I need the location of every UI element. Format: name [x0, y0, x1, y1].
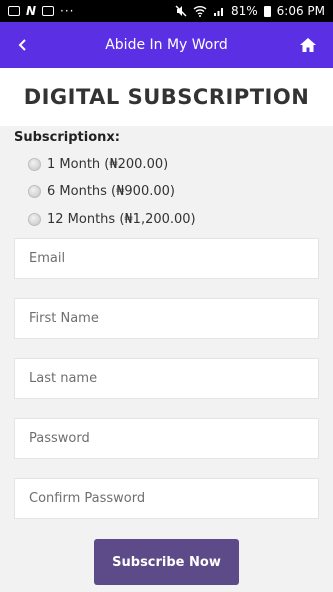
image-icon: [8, 6, 20, 16]
first-name-field[interactable]: [29, 311, 318, 326]
subscription-label: Subscriptionx:: [14, 130, 120, 145]
more-icon: ···: [60, 4, 75, 18]
home-icon: [300, 38, 316, 52]
page-title: DIGITAL SUBSCRIPTION: [23, 85, 310, 109]
home-button[interactable]: [295, 32, 321, 58]
battery-percent: 81%: [230, 4, 258, 18]
email-field-container: [14, 238, 319, 279]
radio-button[interactable]: [28, 185, 41, 198]
wifi-icon: [193, 6, 207, 17]
back-button[interactable]: [10, 32, 36, 58]
subscription-option-6-months[interactable]: 6 Months (₦900.00): [28, 184, 175, 199]
back-chevron-icon: [18, 39, 26, 51]
signal-icon: [213, 8, 223, 16]
last-name-field-container: [14, 358, 319, 399]
status-left: N ···: [8, 4, 75, 18]
radio-button[interactable]: [28, 213, 41, 226]
radio-label: 1 Month (₦200.00): [47, 157, 169, 172]
confirm-password-field[interactable]: [29, 491, 318, 506]
app-bar: Abide In My Word: [0, 22, 333, 68]
radio-label: 12 Months (₦1,200.00): [47, 212, 196, 227]
mute-icon: [175, 5, 187, 17]
n-icon: N: [26, 4, 37, 18]
password-field-container: [14, 418, 319, 459]
subscribe-now-button[interactable]: Subscribe Now: [94, 539, 239, 585]
confirm-password-field-container: [14, 478, 319, 519]
page-heading-bar: DIGITAL SUBSCRIPTION: [0, 68, 333, 126]
battery-icon: [263, 5, 271, 17]
status-right: 81% 6:06 PM: [175, 4, 325, 18]
status-bar: N ··· 81% 6:06 PM: [0, 0, 333, 22]
password-field[interactable]: [29, 431, 318, 446]
radio-label: 6 Months (₦900.00): [47, 184, 175, 199]
status-time: 6:06 PM: [276, 4, 325, 18]
subscription-option-1-month[interactable]: 1 Month (₦200.00): [28, 157, 168, 172]
app-title: Abide In My Word: [105, 37, 228, 53]
email-field[interactable]: [29, 251, 318, 266]
subscription-option-12-months[interactable]: 12 Months (₦1,200.00): [28, 212, 196, 227]
radio-button[interactable]: [28, 158, 41, 171]
first-name-field-container: [14, 298, 319, 339]
flipboard-icon: [42, 6, 55, 16]
last-name-field[interactable]: [29, 371, 318, 386]
